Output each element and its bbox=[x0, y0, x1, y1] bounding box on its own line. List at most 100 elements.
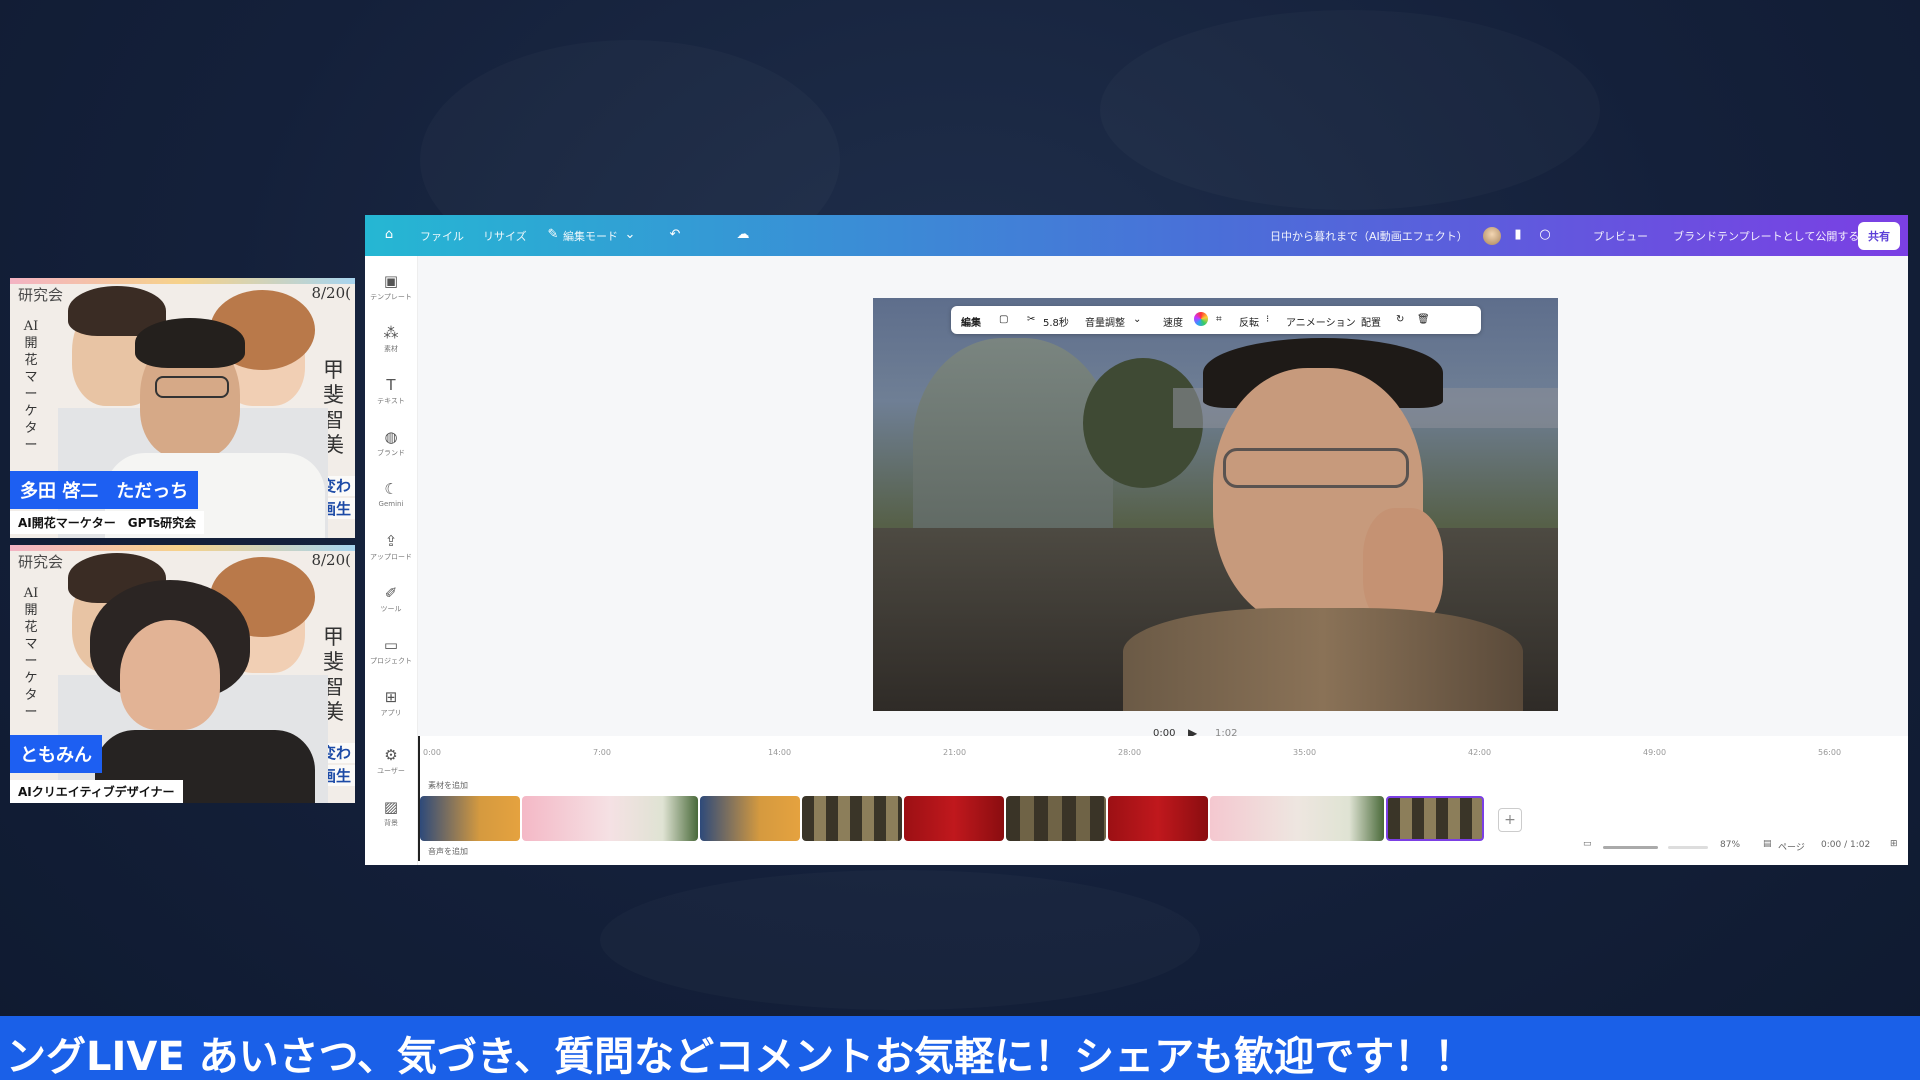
ruler-tick: 28:00 bbox=[1118, 748, 1142, 757]
file-menu[interactable]: ファイル bbox=[420, 228, 464, 244]
glasses-icon bbox=[1223, 448, 1409, 488]
grid-view-icon[interactable]: ⊞ bbox=[1890, 839, 1898, 849]
sidebar-item-gemini[interactable]: ☾ Gemini bbox=[365, 480, 417, 508]
poster-text: 研究会 bbox=[18, 286, 64, 304]
ruler-tick: 14:00 bbox=[768, 748, 792, 757]
cloud-sync-icon: ☁ bbox=[736, 227, 750, 242]
sidebar-item-label: 素材 bbox=[384, 345, 398, 353]
crop-icon[interactable]: ⌗ bbox=[1216, 314, 1222, 325]
sidebar-item-label: ツール bbox=[380, 605, 402, 613]
editor-topbar: ⌂ ファイル リサイズ ✎ 編集モード ⌄ ↶ ☁ 日中から暮れまで（AI動画エ… bbox=[365, 215, 1908, 256]
sidebar-item-label: アプリ bbox=[380, 709, 402, 717]
sidebar-item-brand[interactable]: ◍ ブランド bbox=[365, 428, 417, 458]
ruler-tick: 49:00 bbox=[1643, 748, 1667, 757]
add-media-label[interactable]: 素材を追加 bbox=[428, 780, 468, 791]
edit-mode-menu[interactable]: 編集モード bbox=[563, 228, 618, 244]
user-icon: ⚙ bbox=[384, 746, 398, 764]
ruler-tick: 21:00 bbox=[943, 748, 967, 757]
participant-camera-2: 研究会 AI開花マーケター 8/20( 甲斐智美 が変わ 動画生 ともみん AI… bbox=[10, 545, 355, 803]
position-button[interactable]: 配置 bbox=[1361, 314, 1381, 329]
edit-video-button[interactable]: 編集 bbox=[961, 314, 981, 329]
apps-icon: ⊞ bbox=[384, 688, 398, 706]
pages-icon: ▤ bbox=[1763, 839, 1772, 849]
scissors-icon[interactable]: ✂ bbox=[1027, 314, 1035, 325]
pencil-icon: ✎ bbox=[547, 227, 559, 242]
sidebar-item-apps[interactable]: ⊞ アプリ bbox=[365, 688, 417, 718]
comment-icon[interactable]: ○ bbox=[1537, 227, 1553, 243]
glasses-icon bbox=[155, 376, 229, 398]
sidebar-item-elements[interactable]: ⁂ 素材 bbox=[365, 324, 417, 354]
undo-icon[interactable]: ↶ bbox=[667, 227, 683, 243]
time-readout: 0:00 / 1:02 bbox=[1821, 840, 1871, 850]
chevron-down-icon[interactable]: ⌄ bbox=[1133, 314, 1141, 325]
canvas-area: 編集 ▢ ✂ 5.8秒 音量調整 ⌄ 速度 ⌗ 反転 ⁝ アニメーション 配置 … bbox=[418, 256, 1908, 740]
template-icon: ▣ bbox=[383, 272, 399, 290]
participant-role-badge: AIクリエイティブデザイナー bbox=[10, 780, 183, 803]
sidebar-item-background[interactable]: ▨ 背景 bbox=[365, 798, 417, 828]
sidebar-item-label: ユーザー bbox=[377, 767, 405, 775]
editor-window: ⌂ ファイル リサイズ ✎ 編集モード ⌄ ↶ ☁ 日中から暮れまで（AI動画エ… bbox=[365, 215, 1908, 865]
ruler-tick: 42:00 bbox=[1468, 748, 1492, 757]
color-wheel-icon[interactable] bbox=[1194, 312, 1208, 326]
document-title[interactable]: 日中から暮れまで（AI動画エフェクト） bbox=[1270, 228, 1468, 244]
pages-button[interactable]: ページ bbox=[1778, 840, 1805, 853]
home-icon[interactable]: ⌂ bbox=[381, 227, 397, 243]
gemini-icon: ☾ bbox=[384, 480, 398, 498]
sidebar-item-projects[interactable]: ▭ プロジェクト bbox=[365, 636, 417, 666]
sidebar-item-user[interactable]: ⚙ ユーザー bbox=[365, 746, 417, 776]
refresh-icon[interactable]: ↻ bbox=[1396, 314, 1404, 325]
share-button[interactable]: 共有 bbox=[1858, 222, 1900, 250]
resize-menu[interactable]: リサイズ bbox=[483, 228, 527, 244]
webcam-face bbox=[120, 620, 220, 730]
sidebar-item-template[interactable]: ▣ テンプレート bbox=[365, 272, 417, 302]
ruler-tick: 0:00 bbox=[423, 748, 441, 757]
background-icon: ▨ bbox=[383, 798, 399, 816]
speed-button[interactable]: 速度 bbox=[1163, 314, 1183, 329]
chevron-down-icon[interactable]: ⌄ bbox=[622, 227, 638, 243]
trash-icon[interactable]: 🗑 bbox=[1417, 314, 1430, 325]
editor-sidebar: ▣ テンプレート ⁂ 素材 T テキスト ◍ ブランド ☾ Gemini ⇪ アップロード … bbox=[365, 256, 418, 865]
flip-button[interactable]: 反転 bbox=[1239, 314, 1259, 329]
poster-text: 研究会 bbox=[18, 553, 64, 571]
video-frame[interactable] bbox=[873, 298, 1558, 711]
volume-button[interactable]: 音量調整 bbox=[1085, 314, 1125, 329]
duration-button[interactable]: 5.8秒 bbox=[1043, 314, 1069, 329]
sidebar-item-label: 背景 bbox=[384, 819, 398, 827]
avatar[interactable] bbox=[1483, 227, 1501, 245]
brand-icon: ◍ bbox=[384, 428, 398, 446]
add-clip-button[interactable]: + bbox=[1498, 808, 1522, 832]
sidebar-item-draw[interactable]: ✐ ツール bbox=[365, 584, 417, 614]
transparency-icon[interactable]: ⁝ bbox=[1266, 314, 1269, 325]
sidebar-item-label: テンプレート bbox=[370, 293, 412, 301]
ruler-tick: 7:00 bbox=[593, 748, 611, 757]
zoom-slider-track bbox=[1668, 846, 1708, 849]
webcam-hair bbox=[135, 318, 245, 368]
ruler-tick: 56:00 bbox=[1818, 748, 1842, 757]
ticker-text: ングLIVE あいさつ、気づき、質問などコメントお気軽に！シェアも歓迎です！！ bbox=[6, 1034, 1475, 1080]
sidebar-item-label: プロジェクト bbox=[370, 657, 412, 665]
participant-name-badge: 多田 啓二 ただっち bbox=[10, 471, 199, 509]
editor-footer: ▭ 87% ▤ ページ 0:00 / 1:02 ⊞ ⤢ ▣ bbox=[418, 833, 1908, 863]
notes-icon[interactable]: ▭ bbox=[1583, 839, 1592, 849]
poster-vertical-text: AI開花マーケター bbox=[23, 319, 39, 453]
sidebar-item-label: アップロード bbox=[370, 553, 412, 561]
ruler-tick: 35:00 bbox=[1293, 748, 1317, 757]
sidebar-item-label: ブランド bbox=[377, 449, 405, 457]
subject-scarf bbox=[1123, 608, 1523, 711]
sidebar-item-label: テキスト bbox=[377, 397, 405, 405]
zoom-slider[interactable] bbox=[1603, 846, 1658, 849]
preview-button[interactable]: プレビュー bbox=[1593, 228, 1648, 244]
zoom-level[interactable]: 87% bbox=[1720, 840, 1740, 850]
publish-template-button[interactable]: ブランドテンプレートとして公開する bbox=[1673, 228, 1859, 244]
analytics-icon[interactable]: ▮ bbox=[1510, 227, 1526, 243]
poster-date: 8/20( bbox=[311, 551, 351, 569]
participant-camera-1: 研究会 AI開花マーケター 8/20( 甲斐智美 が変わ 動画生 多田 啓二 た… bbox=[10, 278, 355, 538]
background-shape bbox=[1100, 10, 1600, 210]
video-toolbar: 編集 ▢ ✂ 5.8秒 音量調整 ⌄ 速度 ⌗ 反転 ⁝ アニメーション 配置 … bbox=[951, 306, 1481, 334]
animation-button[interactable]: アニメーション bbox=[1286, 314, 1356, 329]
text-icon: T bbox=[386, 376, 396, 394]
sidebar-item-text[interactable]: T テキスト bbox=[365, 376, 417, 406]
poster-date: 8/20( bbox=[311, 284, 351, 302]
crop-ratio-icon[interactable]: ▢ bbox=[999, 314, 1008, 325]
sidebar-item-upload[interactable]: ⇪ アップロード bbox=[365, 532, 417, 562]
